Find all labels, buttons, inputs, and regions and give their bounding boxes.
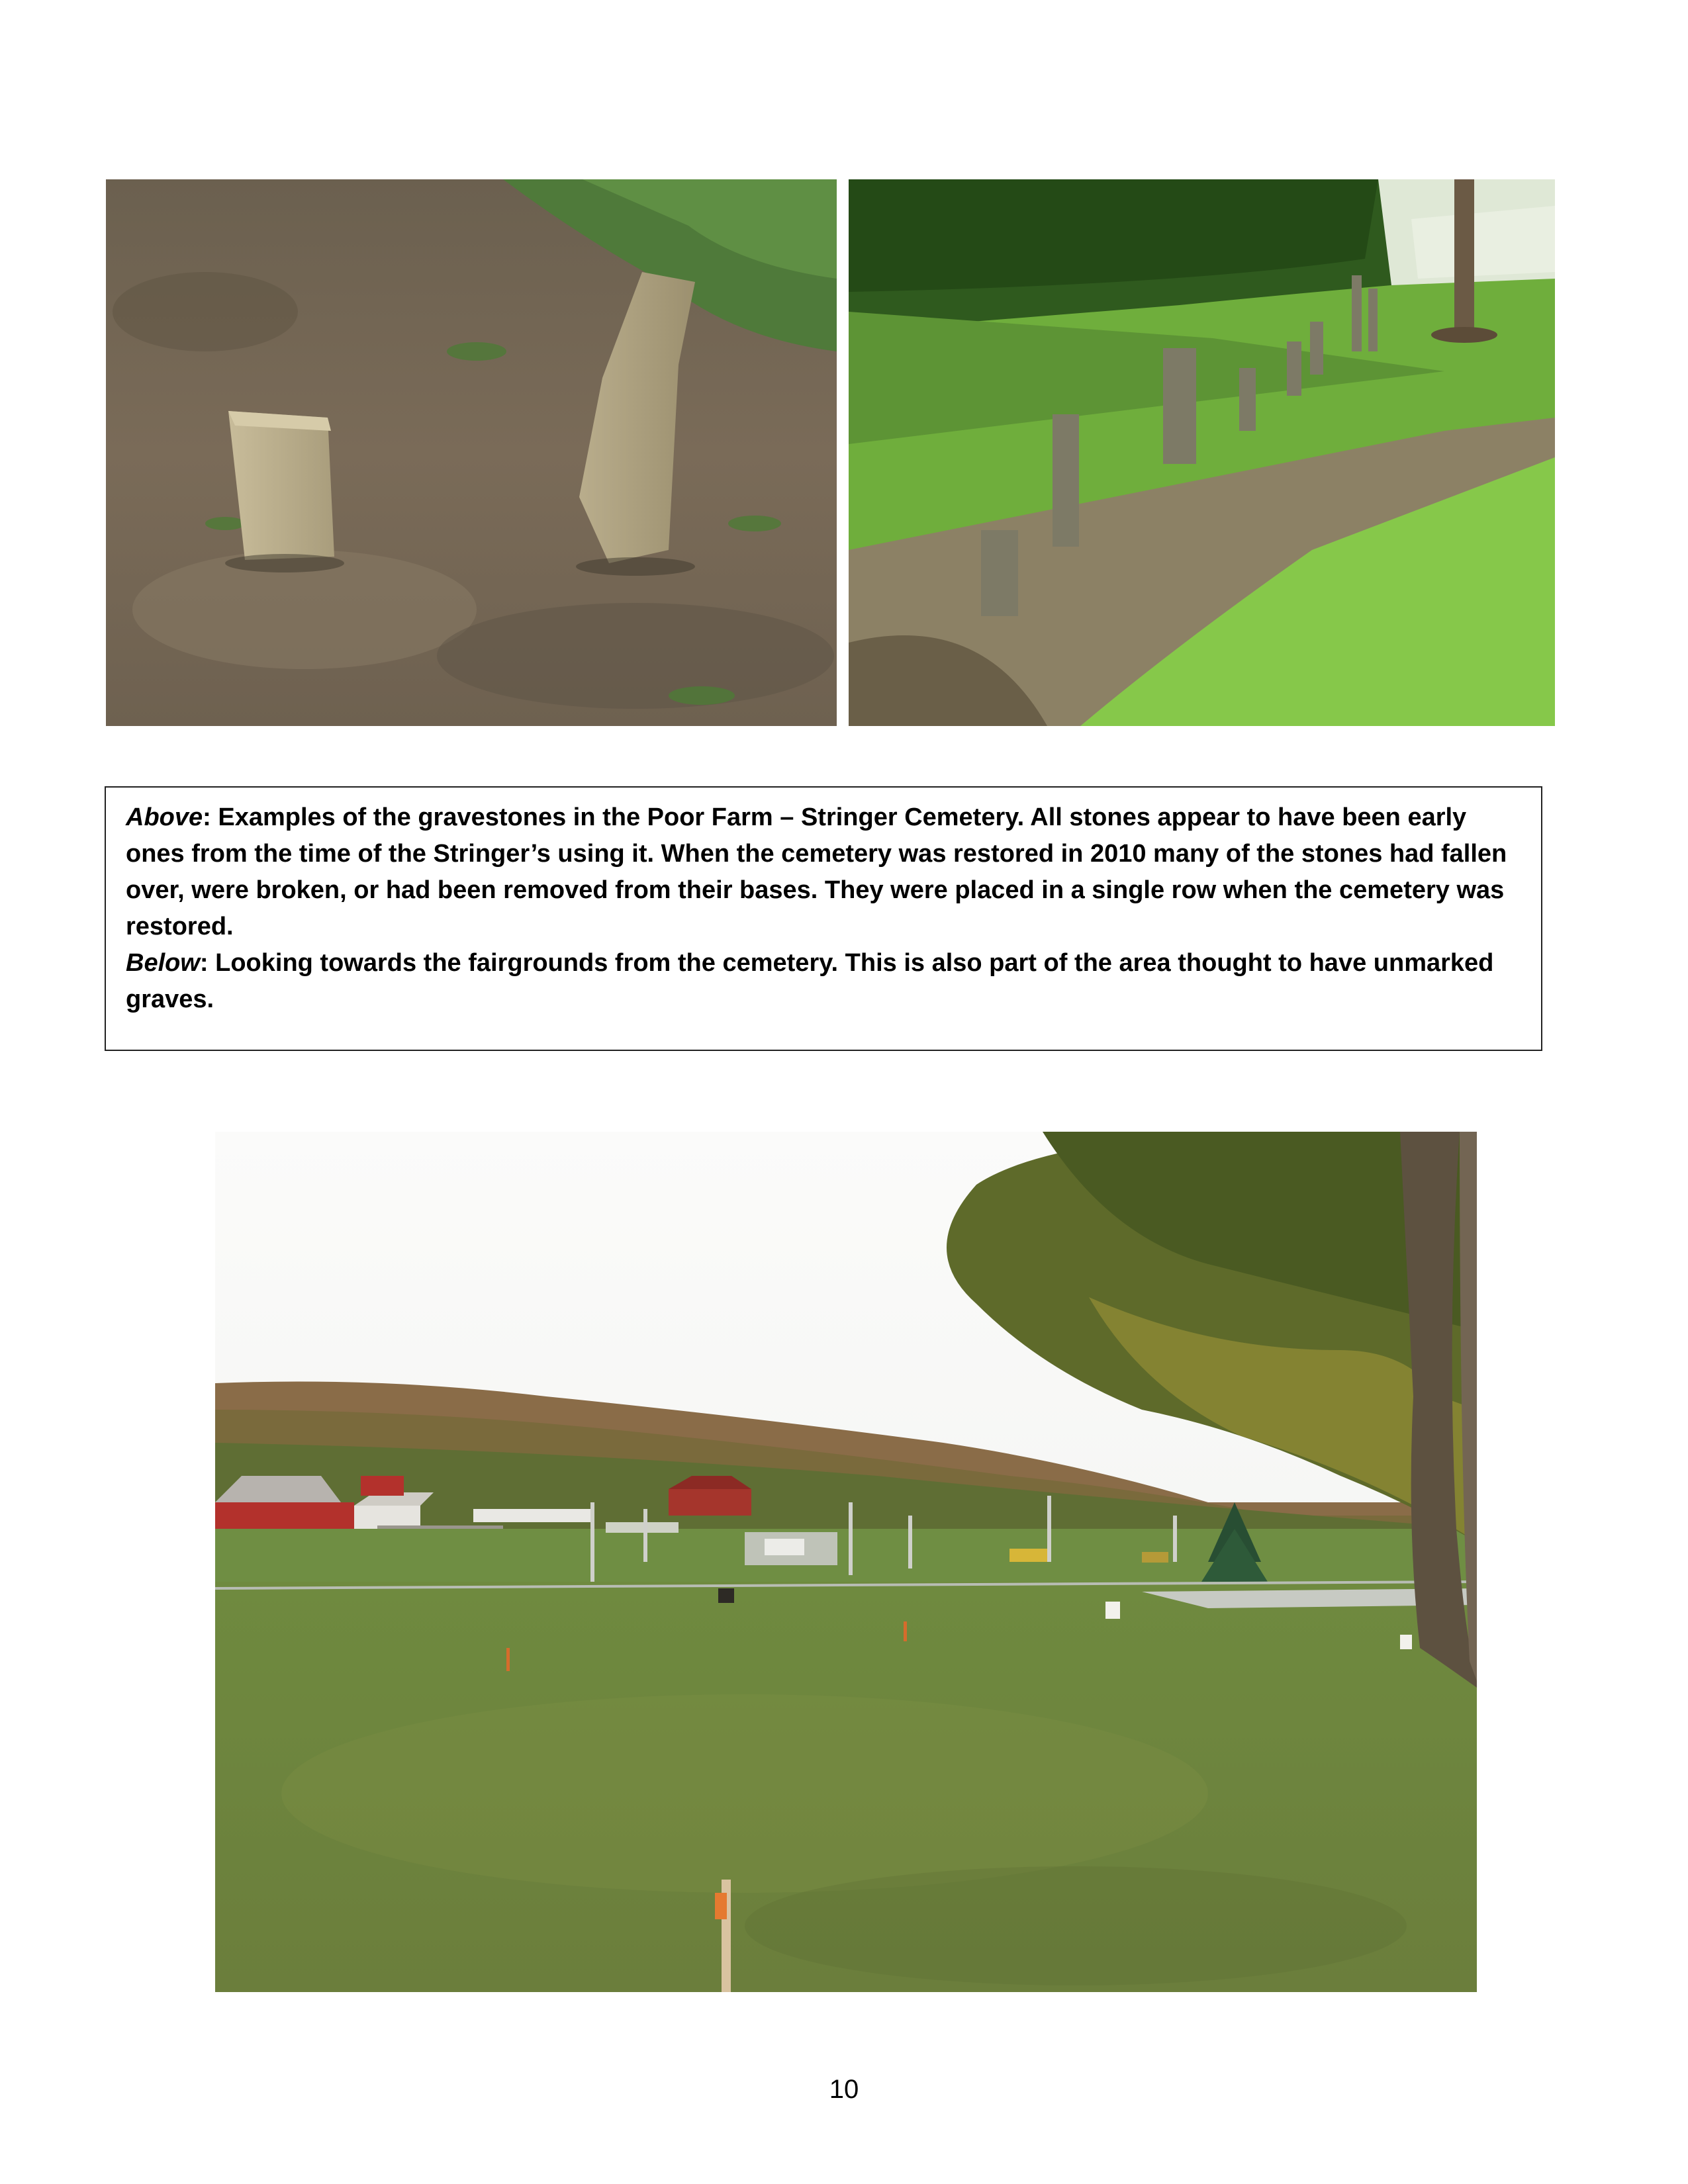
page-number: 10 (829, 2075, 859, 2104)
caption-below: Below: Looking towards the fairgrounds f… (126, 945, 1521, 1018)
gravestones-closeup-photo (106, 179, 837, 726)
caption-below-text: : Looking towards the fairgrounds from t… (126, 949, 1494, 1013)
gravestone-row-photo (849, 179, 1555, 726)
caption-box: Above: Examples of the gravestones in th… (105, 786, 1542, 1051)
fairgrounds-view-photo (215, 1132, 1477, 1992)
caption-above-text: : Examples of the gravestones in the Poo… (126, 803, 1507, 940)
caption-below-label: Below (126, 949, 200, 977)
caption-above: Above: Examples of the gravestones in th… (126, 799, 1521, 945)
caption-above-label: Above (126, 803, 203, 831)
